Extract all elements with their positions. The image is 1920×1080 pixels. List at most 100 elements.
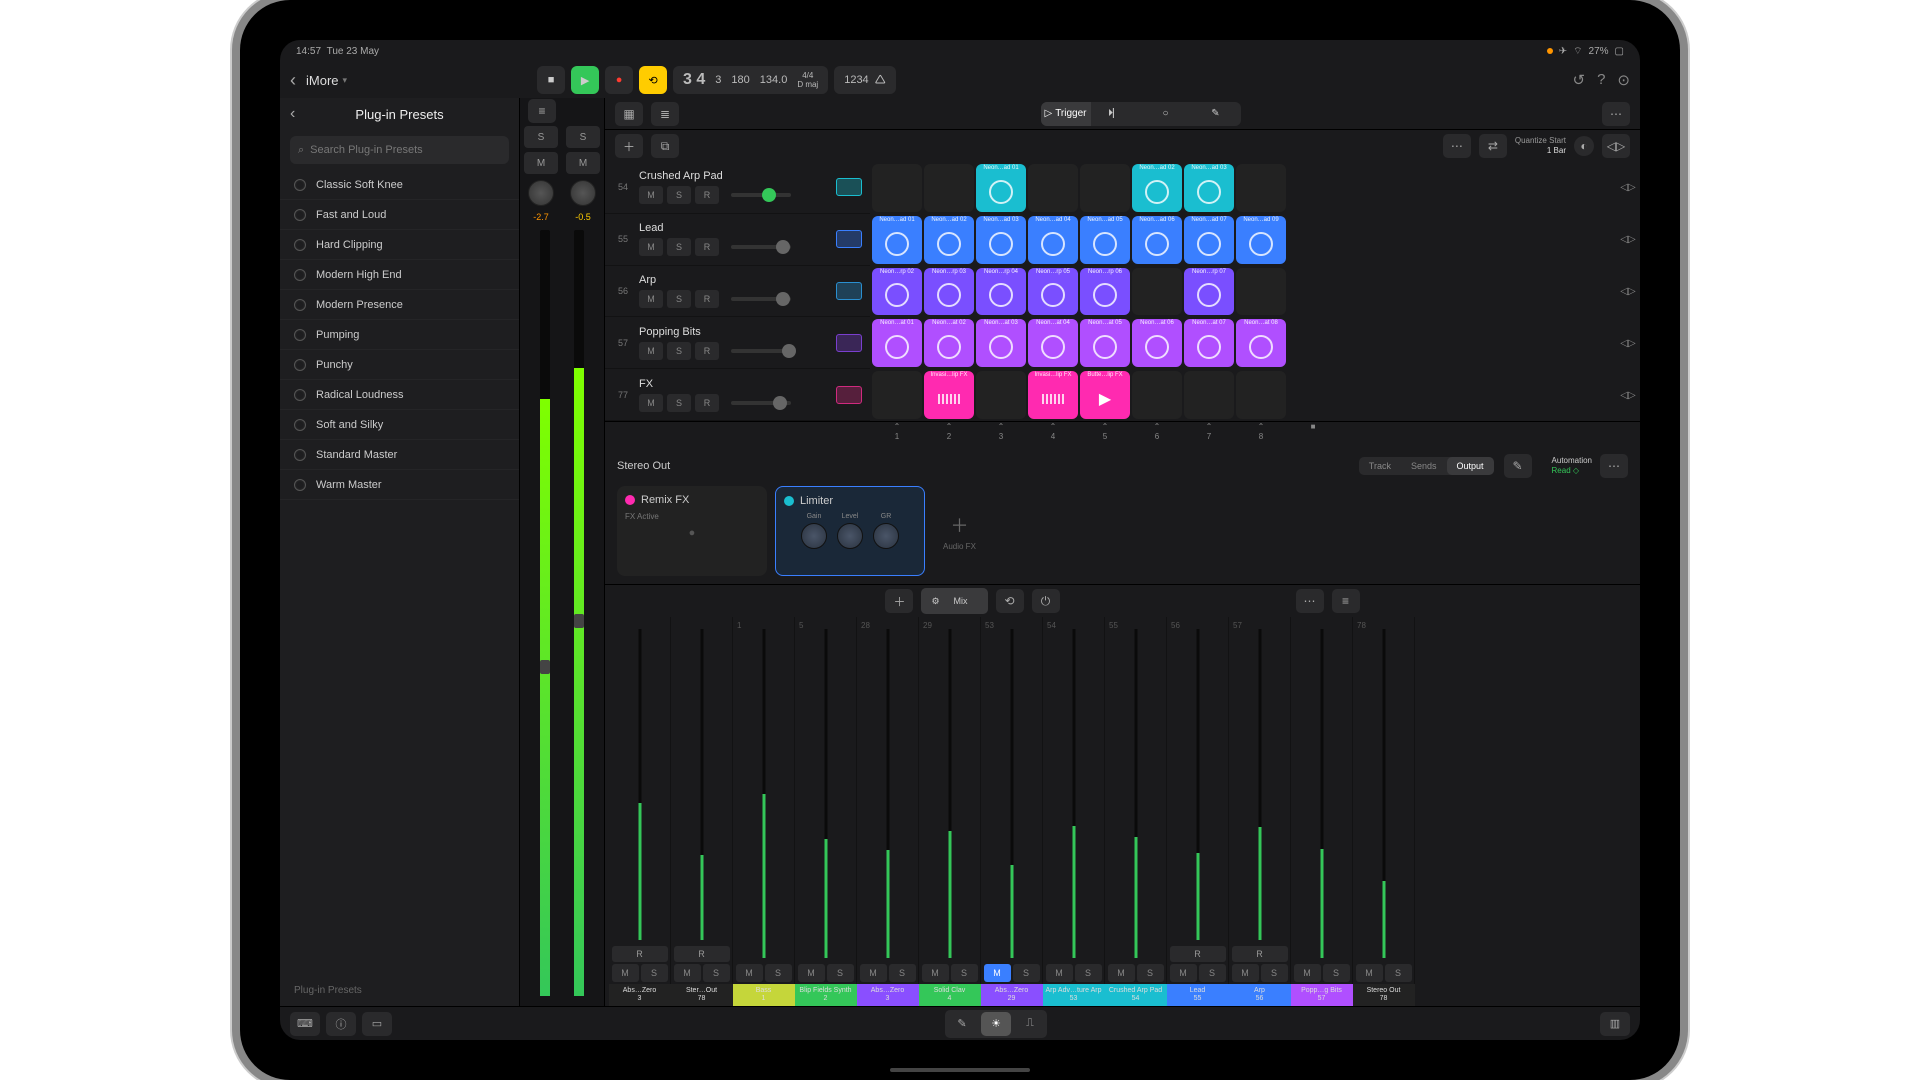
instrument-icon[interactable]	[836, 178, 862, 196]
mute-button[interactable]: M	[639, 186, 663, 204]
clip-cell[interactable]: Neon…at 07	[1184, 319, 1234, 367]
scene-trigger[interactable]: ⌃6	[1132, 422, 1182, 446]
back-button[interactable]: ‹	[290, 70, 296, 91]
rec-button[interactable]: R	[695, 186, 719, 204]
preset-item[interactable]: Fast and Loud	[280, 200, 519, 230]
volume-slider[interactable]	[731, 401, 791, 405]
clip-cell[interactable]: Neon…ad 07	[1184, 216, 1234, 264]
row-play-button[interactable]: ◁▷	[1616, 317, 1640, 369]
clip-cell[interactable]: Neon…ad 02	[924, 216, 974, 264]
track-header[interactable]: 56ArpMSR	[605, 266, 870, 318]
more-options-icon[interactable]: ⋯	[1602, 102, 1630, 126]
mixer-strip[interactable]: 5MSBlip Fields Synth2	[795, 617, 857, 1006]
scene-trigger[interactable]: ⌃5	[1080, 422, 1130, 446]
strip-solo[interactable]: S	[1199, 964, 1226, 982]
track-menu-icon[interactable]: ⋯	[1443, 134, 1471, 158]
scene-trigger[interactable]: ⌃3	[976, 422, 1026, 446]
solo-button[interactable]: S	[667, 238, 691, 256]
preset-item[interactable]: Classic Soft Knee	[280, 170, 519, 200]
mute-l[interactable]: M	[524, 152, 558, 174]
strip-mute[interactable]: M	[1170, 964, 1197, 982]
count-in[interactable]: 1234🛆	[834, 66, 895, 94]
clip-cell[interactable]: Neon…rp 02	[872, 268, 922, 316]
mixer-mode[interactable]: ⚙ Mix	[921, 588, 987, 614]
preset-item[interactable]: Modern High End	[280, 260, 519, 290]
keyboard-icon[interactable]: ⌨	[290, 1012, 320, 1036]
empty-cell[interactable]	[1236, 164, 1286, 212]
empty-cell[interactable]	[976, 371, 1026, 419]
empty-cell[interactable]	[1080, 164, 1130, 212]
scene-play-icon[interactable]: ◁▷	[1602, 134, 1630, 158]
rec-button[interactable]: R	[695, 290, 719, 308]
solo-l[interactable]: S	[524, 126, 558, 148]
strip-solo[interactable]: S	[1385, 964, 1412, 982]
help-icon[interactable]: ?	[1597, 71, 1605, 89]
power-icon[interactable]: ⏻	[1032, 589, 1060, 613]
solo-button[interactable]: S	[667, 290, 691, 308]
stop-button[interactable]: ■	[537, 66, 565, 94]
row-play-button[interactable]: ◁▷	[1616, 266, 1640, 318]
cycle-button[interactable]: ⟲	[639, 66, 667, 94]
mixer-strip[interactable]: 54MSArp Adv…ture Arp53	[1043, 617, 1105, 1006]
mute-button[interactable]: M	[639, 290, 663, 308]
fx-knob[interactable]	[801, 523, 827, 549]
strip-mute[interactable]: M	[798, 964, 825, 982]
empty-cell[interactable]	[1184, 371, 1234, 419]
mixer-strip[interactable]: 57RMSArp56	[1229, 617, 1291, 1006]
track-header[interactable]: 77FXMSR	[605, 369, 870, 421]
clip-cell[interactable]: Invasi…lip FX	[1028, 371, 1078, 419]
volume-slider[interactable]	[731, 245, 791, 249]
preset-item[interactable]: Punchy	[280, 350, 519, 380]
mute-r[interactable]: M	[566, 152, 600, 174]
scene-trigger[interactable]: ⌃8	[1236, 422, 1286, 446]
empty-cell[interactable]	[872, 371, 922, 419]
output-tabs[interactable]: TrackSendsOutput	[1359, 457, 1494, 475]
track-header[interactable]: 54Crushed Arp PadMSR	[605, 162, 870, 214]
lcd-display[interactable]: 3 4 3180 134.0 4/4D maj	[673, 66, 828, 94]
strip-mute[interactable]: M	[860, 964, 887, 982]
clip-cell[interactable]: Neon…ad 03	[976, 216, 1026, 264]
empty-cell[interactable]	[1236, 268, 1286, 316]
mixer-strip[interactable]: 53MSAbs…Zero29	[981, 617, 1043, 1006]
row-play-button[interactable]: ◁▷	[1616, 162, 1640, 214]
track-header[interactable]: 57Popping BitsMSR	[605, 317, 870, 369]
clip-cell[interactable]: Neon…at 03	[976, 319, 1026, 367]
solo-button[interactable]: S	[667, 186, 691, 204]
mixer-strip[interactable]: RMSAbs…Zero3	[609, 617, 671, 1006]
strip-solo[interactable]: S	[1323, 964, 1350, 982]
fx-knob[interactable]	[873, 523, 899, 549]
quantize-knob[interactable]: ◐	[1574, 136, 1594, 156]
edit-icon[interactable]: ✎	[1504, 454, 1532, 478]
strip-solo[interactable]: S	[1013, 964, 1040, 982]
strip-mute[interactable]: M	[1356, 964, 1383, 982]
fx-slot[interactable]: Remix FXFX Active●	[617, 486, 767, 576]
empty-cell[interactable]	[1132, 371, 1182, 419]
pencil-mode[interactable]: ✎	[947, 1012, 977, 1036]
strip-solo[interactable]: S	[1137, 964, 1164, 982]
sliders-mode[interactable]: ⎍	[1015, 1012, 1045, 1036]
piano-icon[interactable]: ▥	[1600, 1012, 1630, 1036]
play-mode[interactable]: ▷Trigger ⏵⎸○✎	[1041, 102, 1241, 126]
row-play-button[interactable]: ◁▷	[1616, 214, 1640, 266]
mixer-strip[interactable]: 29MSSolid Clav4	[919, 617, 981, 1006]
solo-button[interactable]: S	[667, 394, 691, 412]
preset-item[interactable]: Pumping	[280, 320, 519, 350]
undo-icon[interactable]: ↺	[1573, 71, 1586, 89]
add-fx-button[interactable]: ＋Audio FX	[943, 512, 976, 551]
preset-item[interactable]: Radical Loudness	[280, 380, 519, 410]
mix-expand-icon[interactable]: ≡	[1332, 589, 1360, 613]
clip-cell[interactable]: Neon…at 06	[1132, 319, 1182, 367]
rec-button[interactable]: R	[695, 238, 719, 256]
scene-trigger[interactable]: ⌃2	[924, 422, 974, 446]
clip-cell[interactable]: Neon…ad 05	[1080, 216, 1130, 264]
clip-cell[interactable]: Neon…ad 01	[872, 216, 922, 264]
preset-item[interactable]: Modern Presence	[280, 290, 519, 320]
solo-button[interactable]: S	[667, 342, 691, 360]
empty-cell[interactable]	[872, 164, 922, 212]
rec-button[interactable]: R	[695, 342, 719, 360]
mixer-strip[interactable]: 55MSCrushed Arp Pad54	[1105, 617, 1167, 1006]
mix-more-icon[interactable]: ⋯	[1296, 589, 1324, 613]
mixer-strip[interactable]: 56RMSLead55	[1167, 617, 1229, 1006]
clip-cell[interactable]: Neon…at 04	[1028, 319, 1078, 367]
clip-cell[interactable]: Neon…at 08	[1236, 319, 1286, 367]
